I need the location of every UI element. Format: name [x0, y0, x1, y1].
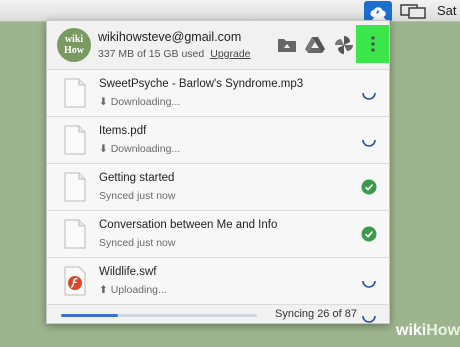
syncing-spinner-icon	[362, 280, 376, 288]
syncing-spinner-icon	[362, 92, 376, 100]
list-item[interactable]: SweetPsyche - Barlow's Syndrome.mp3 ⬇ Do…	[47, 69, 389, 116]
drive-sync-panel: wiki How wikihowsteve@gmail.com 337 MB o…	[46, 20, 390, 324]
list-item[interactable]: Getting started Synced just now	[47, 163, 389, 210]
syncing-spinner-icon	[362, 315, 376, 323]
document-icon	[64, 78, 86, 108]
document-icon	[64, 125, 86, 155]
wikihow-watermark: wikiHow	[396, 322, 460, 339]
file-status: ⬆ Uploading...	[99, 284, 167, 296]
list-item[interactable]: Items.pdf ⬇ Downloading...	[47, 116, 389, 163]
file-status: Synced just now	[99, 190, 176, 202]
more-vert-icon	[371, 36, 375, 52]
list-item[interactable]: Wildlife.swf ⬆ Uploading...	[47, 257, 389, 304]
account-email: wikihowsteve@gmail.com	[98, 30, 242, 44]
panel-header: wiki How wikihowsteve@gmail.com 337 MB o…	[47, 21, 389, 69]
document-icon	[64, 172, 86, 202]
syncing-spinner-icon	[362, 139, 376, 147]
document-icon	[64, 219, 86, 249]
avatar-text-2: How	[64, 45, 84, 56]
file-name: SweetPsyche - Barlow's Syndrome.mp3	[99, 78, 304, 90]
avatar[interactable]: wiki How	[57, 28, 91, 62]
synced-check-icon	[361, 179, 377, 195]
avatar-text-1: wiki	[64, 34, 84, 45]
file-list: SweetPsyche - Barlow's Syndrome.mp3 ⬇ Do…	[47, 69, 389, 304]
storage-usage: 337 MB of 15 GB used Upgrade	[98, 48, 251, 60]
drive-icon[interactable]	[304, 35, 326, 55]
file-name: Conversation between Me and Info	[99, 219, 278, 231]
display-icon[interactable]	[400, 4, 426, 19]
menu-bar: Sat	[0, 0, 460, 22]
storage-text: 337 MB of 15 GB used	[98, 48, 205, 60]
file-name: Getting started	[99, 172, 175, 184]
file-status: ⬇ Downloading...	[99, 96, 181, 108]
folder-icon[interactable]	[276, 35, 298, 55]
file-status: Synced just now	[99, 237, 176, 249]
photos-icon[interactable]	[333, 35, 355, 55]
file-name: Items.pdf	[99, 125, 147, 137]
file-name: Wildlife.swf	[99, 266, 157, 278]
sync-footer: Syncing 26 of 87	[47, 304, 389, 323]
menubar-clock-day: Sat	[437, 3, 457, 18]
more-options-button[interactable]	[356, 25, 389, 63]
list-item[interactable]: Conversation between Me and Info Synced …	[47, 210, 389, 257]
file-status: ⬇ Downloading...	[99, 143, 181, 155]
flash-file-icon	[64, 266, 86, 296]
upgrade-link[interactable]: Upgrade	[210, 48, 250, 60]
sync-progress-bar	[61, 314, 257, 317]
sync-status-text: Syncing 26 of 87	[275, 308, 357, 320]
synced-check-icon	[361, 226, 377, 242]
sync-progress-fill	[61, 314, 118, 317]
